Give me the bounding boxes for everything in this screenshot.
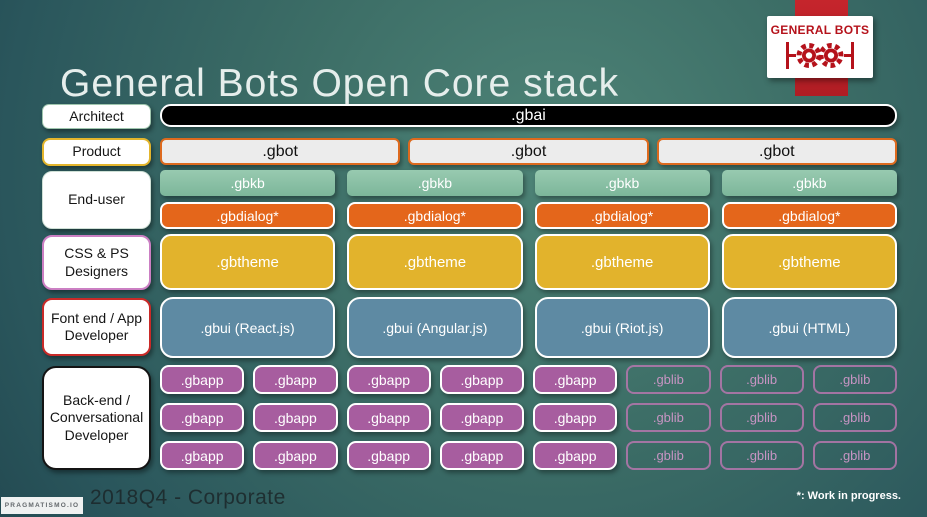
gbkb-box: .gbkb [721,170,897,196]
work-in-progress-note: *: Work in progress. [796,490,901,502]
gbapp-box: .gbapp [346,365,431,394]
gbtheme-box: .gbtheme [347,234,523,290]
gblib-box: .gblib [626,441,711,470]
gbot-box: .gbot [408,138,649,165]
gbdialog-box: .gbdialog* [721,202,897,229]
gbai-box: .gbai [160,104,897,127]
gbapp-box: .gbapp [253,403,338,432]
gbui-react-box: .gbui (React.js) [160,297,336,358]
gbkb-row: .gbkb .gbkb .gbkb .gbkb [160,170,897,196]
gbtheme-box: .gbtheme [160,234,336,290]
gbui-row: .gbui (React.js) .gbui (Angular.js) .gbu… [160,297,897,358]
logo-brand-text: GENERAL BOTS [770,23,870,37]
gbapp-box: .gbapp [533,441,618,470]
gbdialog-box: .gbdialog* [534,202,710,229]
gbui-angular-box: .gbui (Angular.js) [347,297,523,358]
role-label-frontend-app-developer: Font end / App Developer [42,298,151,356]
gbapp-box: .gbapp [439,403,524,432]
gblib-box: .gblib [719,403,804,432]
gbapp-box: .gbapp [160,403,245,432]
gbapp-box: .gbapp [439,365,524,394]
gbdialog-box: .gbdialog* [347,202,523,229]
gbtheme-box: .gbtheme [721,234,897,290]
gbot-row: .gbot .gbot .gbot [160,138,897,165]
gbot-box: .gbot [656,138,897,165]
general-bots-logo: GENERAL BOTS [767,16,873,78]
pragmatismo-watermark: PRAGMATISMO.IO [1,497,83,514]
gbapp-box: .gbapp [253,441,338,470]
gbtheme-box: .gbtheme [534,234,710,290]
gblib-box: .gblib [626,365,711,394]
gbkb-box: .gbkb [534,170,710,196]
gblib-box: .gblib [719,365,804,394]
gbapp-box: .gbapp [253,365,338,394]
gbapp-box: .gbapp [439,441,524,470]
gbapp-box: .gbapp [160,441,245,470]
page-title: General Bots Open Core stack [60,62,620,106]
gblib-box: .gblib [812,365,897,394]
role-label-css-ps-designers: CSS & PS Designers [42,235,151,290]
gblib-box: .gblib [812,403,897,432]
gbapp-box: .gbapp [533,365,618,394]
gblib-box: .gblib [812,441,897,470]
gbtheme-row: .gbtheme .gbtheme .gbtheme .gbtheme [160,234,897,290]
gbapp-gblib-row-1: .gbapp .gbapp .gbapp .gbapp .gbapp .gbli… [160,365,897,394]
role-label-product: Product [42,138,151,166]
gbui-html-box: .gbui (HTML) [721,297,897,358]
gbapp-box: .gbapp [346,403,431,432]
footer-version-text: 2018Q4 - Corporate [90,486,286,509]
gblib-box: .gblib [626,403,711,432]
gbkb-box: .gbkb [347,170,523,196]
gears-icon [786,42,854,69]
role-label-end-user: End-user [42,171,151,229]
gbdialog-box: .gbdialog* [160,202,336,229]
gbapp-gblib-row-3: .gbapp .gbapp .gbapp .gbapp .gbapp .gbli… [160,441,897,470]
role-label-backend-conversational-developer: Back-end / Conversational Developer [42,366,151,470]
role-label-architect: Architect [42,104,151,129]
gbai-row: .gbai [160,104,897,127]
slide-canvas: General Bots Open Core stack GENERAL BOT… [0,0,927,517]
gbdialog-row: .gbdialog* .gbdialog* .gbdialog* .gbdial… [160,202,897,229]
gblib-box: .gblib [719,441,804,470]
gbui-riot-box: .gbui (Riot.js) [534,297,710,358]
gbapp-box: .gbapp [533,403,618,432]
gbapp-gblib-row-2: .gbapp .gbapp .gbapp .gbapp .gbapp .gbli… [160,403,897,432]
gbkb-box: .gbkb [160,170,336,196]
gbot-box: .gbot [160,138,401,165]
gbapp-box: .gbapp [346,441,431,470]
gbapp-box: .gbapp [160,365,245,394]
